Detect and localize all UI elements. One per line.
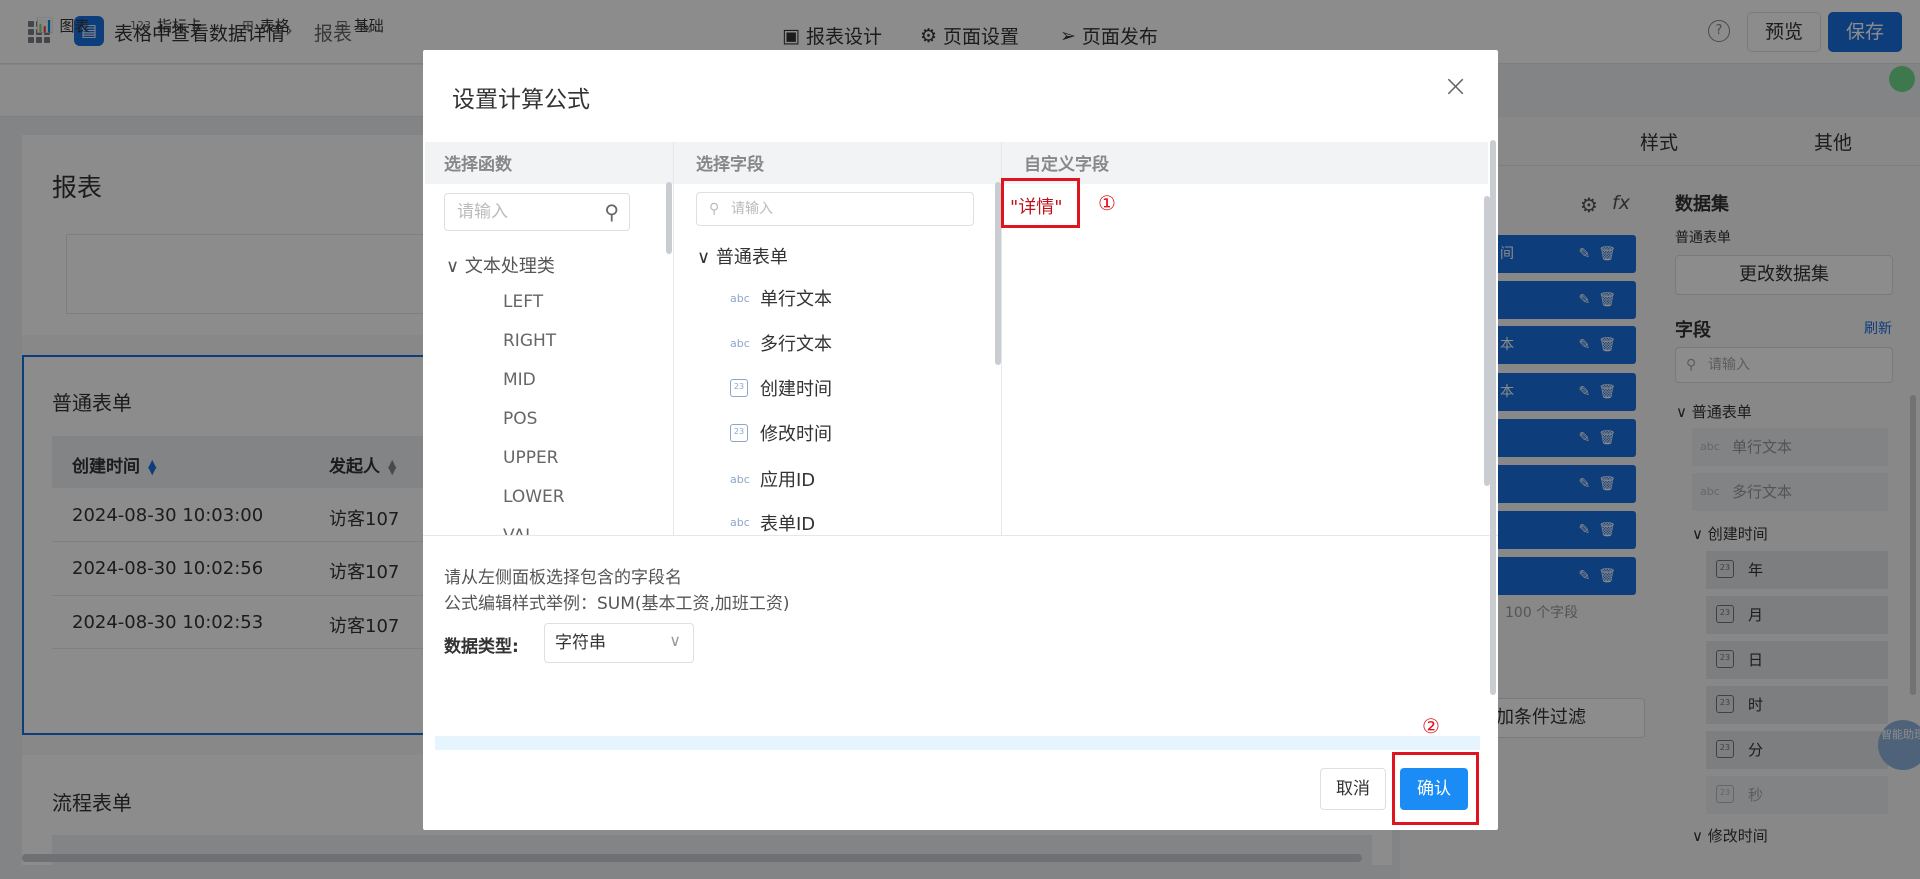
dialog-divider (423, 535, 1498, 536)
info-bar (435, 736, 1480, 750)
cancel-button[interactable]: 取消 (1320, 768, 1386, 810)
custom-column-title: 自定义字段 (1024, 155, 1109, 175)
field-item[interactable]: 23 修改时间 (730, 420, 832, 446)
function-search-input[interactable]: 请输入 ⚲ (444, 193, 630, 231)
field-item[interactable]: abc 应用ID (730, 466, 815, 492)
function-item[interactable]: LEFT (503, 292, 543, 312)
close-icon[interactable]: × (1443, 72, 1468, 102)
text-type-icon: abc (730, 472, 750, 486)
function-item[interactable]: RIGHT (503, 331, 556, 351)
example-text: 公式编辑样式举例：SUM(基本工资,加班工资) (444, 594, 790, 614)
calendar-icon: 23 (730, 379, 748, 397)
column-divider (673, 142, 674, 535)
field-category[interactable]: ∨ 普通表单 (697, 243, 788, 269)
data-type-value: 字符串 (555, 633, 606, 653)
function-category-label: 文本处理类 (464, 256, 555, 277)
annotation-marker-1: ① (1098, 191, 1116, 215)
text-type-icon: abc (730, 336, 750, 350)
field-item-label: 创建时间 (760, 379, 832, 400)
field-item[interactable]: abc 单行文本 (730, 285, 832, 311)
field-category-label: 普通表单 (715, 247, 788, 268)
function-category[interactable]: ∨ 文本处理类 (446, 252, 555, 278)
annotation-marker-2: ② (1422, 714, 1440, 738)
field-item-label: 修改时间 (760, 424, 832, 445)
field-item-label: 应用ID (760, 470, 816, 491)
functions-column-title: 选择函数 (444, 155, 512, 175)
field-item-label: 单行文本 (760, 289, 832, 310)
field-item-label: 表单ID (760, 513, 816, 535)
function-search-placeholder: 请输入 (457, 202, 508, 222)
text-type-icon: abc (730, 291, 750, 305)
data-type-label: 数据类型: (444, 637, 519, 657)
hint-text: 请从左侧面板选择包含的字段名 (444, 568, 682, 588)
functions-scrollbar[interactable] (666, 182, 672, 254)
text-type-icon: abc (730, 516, 750, 529)
function-item[interactable]: VAL (503, 526, 535, 535)
field-search-input[interactable]: ⚲ 请输入 (696, 192, 974, 226)
chevron-down-icon: ∨ (446, 256, 465, 277)
field-item[interactable]: abc 多行文本 (730, 330, 832, 356)
chevron-down-icon: ∨ (697, 247, 716, 268)
field-item-label: 多行文本 (760, 334, 832, 355)
field-item[interactable]: abc 表单ID (730, 510, 815, 535)
field-search-placeholder: 请输入 (731, 201, 773, 217)
confirm-highlight-box (1392, 752, 1479, 825)
search-icon: ⚲ (709, 201, 720, 217)
search-icon[interactable]: ⚲ (604, 194, 619, 230)
function-item[interactable]: LOWER (503, 487, 565, 507)
fields-column-title: 选择字段 (696, 155, 764, 175)
function-item[interactable]: MID (503, 370, 536, 390)
calendar-icon: 23 (730, 424, 748, 442)
function-item[interactable]: UPPER (503, 448, 559, 468)
dialog-scrollbar[interactable] (1490, 140, 1496, 695)
dialog-title: 设置计算公式 (452, 87, 590, 113)
chevron-down-icon: ∨ (669, 631, 681, 650)
field-item[interactable]: 23 创建时间 (730, 375, 832, 401)
data-type-select[interactable]: 字符串 ∨ (544, 623, 694, 663)
formula-highlight-box (1001, 178, 1080, 228)
function-item[interactable]: POS (503, 409, 537, 429)
